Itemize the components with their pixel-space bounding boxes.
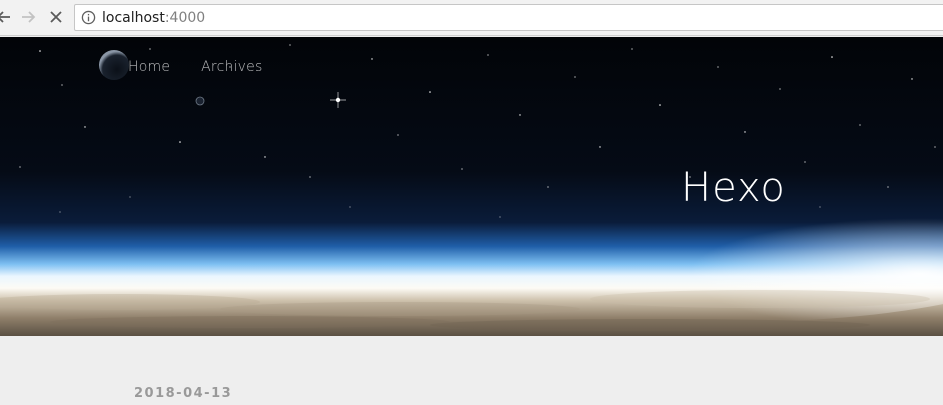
close-icon: [50, 11, 62, 23]
main-content: 2018-04-13: [0, 336, 943, 405]
info-icon[interactable]: [81, 10, 96, 25]
top-nav: Home Archives: [128, 59, 293, 75]
url-port: :4000: [164, 10, 206, 26]
site-title[interactable]: Hexo: [681, 165, 786, 211]
post-date: 2018-04-13: [134, 386, 233, 401]
address-bar[interactable]: localhost:4000: [74, 4, 943, 31]
browser-toolbar: localhost:4000: [0, 0, 943, 36]
space-earth-banner-image: [0, 37, 943, 336]
stop-button[interactable]: [44, 5, 68, 29]
forward-button[interactable]: [16, 5, 40, 29]
nav-home-link[interactable]: Home: [128, 59, 170, 75]
arrow-left-icon: [0, 11, 10, 23]
arrow-right-icon: [22, 11, 36, 23]
url-host: localhost: [102, 10, 165, 26]
url-text[interactable]: localhost:4000: [102, 10, 205, 26]
nav-archives-link[interactable]: Archives: [201, 59, 262, 75]
back-button[interactable]: [0, 5, 16, 29]
hero-banner: Home Archives Hexo: [0, 37, 943, 336]
